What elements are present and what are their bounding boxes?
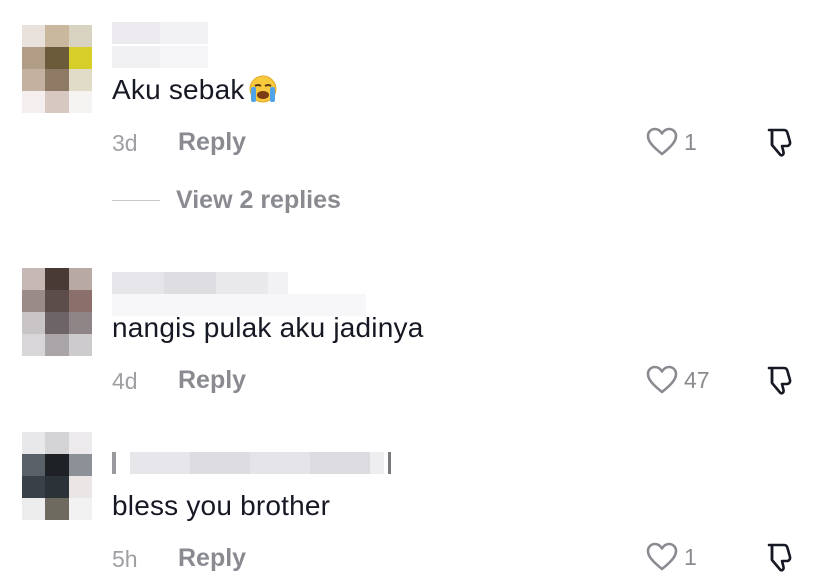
avatar[interactable]	[22, 25, 92, 113]
view-replies-link[interactable]: View 2 replies	[112, 186, 341, 215]
username-blurred-row2	[112, 46, 208, 68]
thumbs-down-icon[interactable]	[764, 541, 796, 573]
thumbs-down-icon[interactable]	[764, 126, 796, 158]
username-blurred[interactable]	[112, 452, 391, 474]
like-count: 1	[684, 128, 697, 155]
reply-button[interactable]: Reply	[178, 544, 246, 573]
username-blurred[interactable]	[112, 272, 288, 294]
reply-button[interactable]: Reply	[178, 366, 246, 395]
avatar[interactable]	[22, 432, 92, 520]
comment-text: bless you brother	[112, 490, 331, 521]
heart-outline-icon	[646, 127, 678, 156]
view-replies-label: View 2 replies	[176, 186, 341, 214]
like-count: 1	[684, 543, 697, 570]
timestamp: 5h	[112, 546, 138, 572]
comment-text: nangis pulak aku jadinya	[112, 312, 424, 343]
like-button[interactable]: 1	[646, 127, 697, 157]
timestamp: 3d	[112, 130, 138, 156]
username-blurred[interactable]	[112, 22, 208, 44]
comment-text: Aku sebak	[112, 74, 279, 106]
like-button[interactable]: 47	[646, 365, 710, 395]
like-count: 47	[684, 366, 710, 393]
reply-button[interactable]: Reply	[178, 128, 246, 157]
thumbs-down-icon[interactable]	[764, 364, 796, 396]
heart-outline-icon	[646, 542, 678, 571]
timestamp: 4d	[112, 368, 138, 394]
avatar[interactable]	[22, 268, 92, 356]
loudly-crying-face-icon	[249, 75, 277, 103]
divider-line	[112, 200, 160, 201]
like-button[interactable]: 1	[646, 542, 697, 572]
heart-outline-icon	[646, 365, 678, 394]
